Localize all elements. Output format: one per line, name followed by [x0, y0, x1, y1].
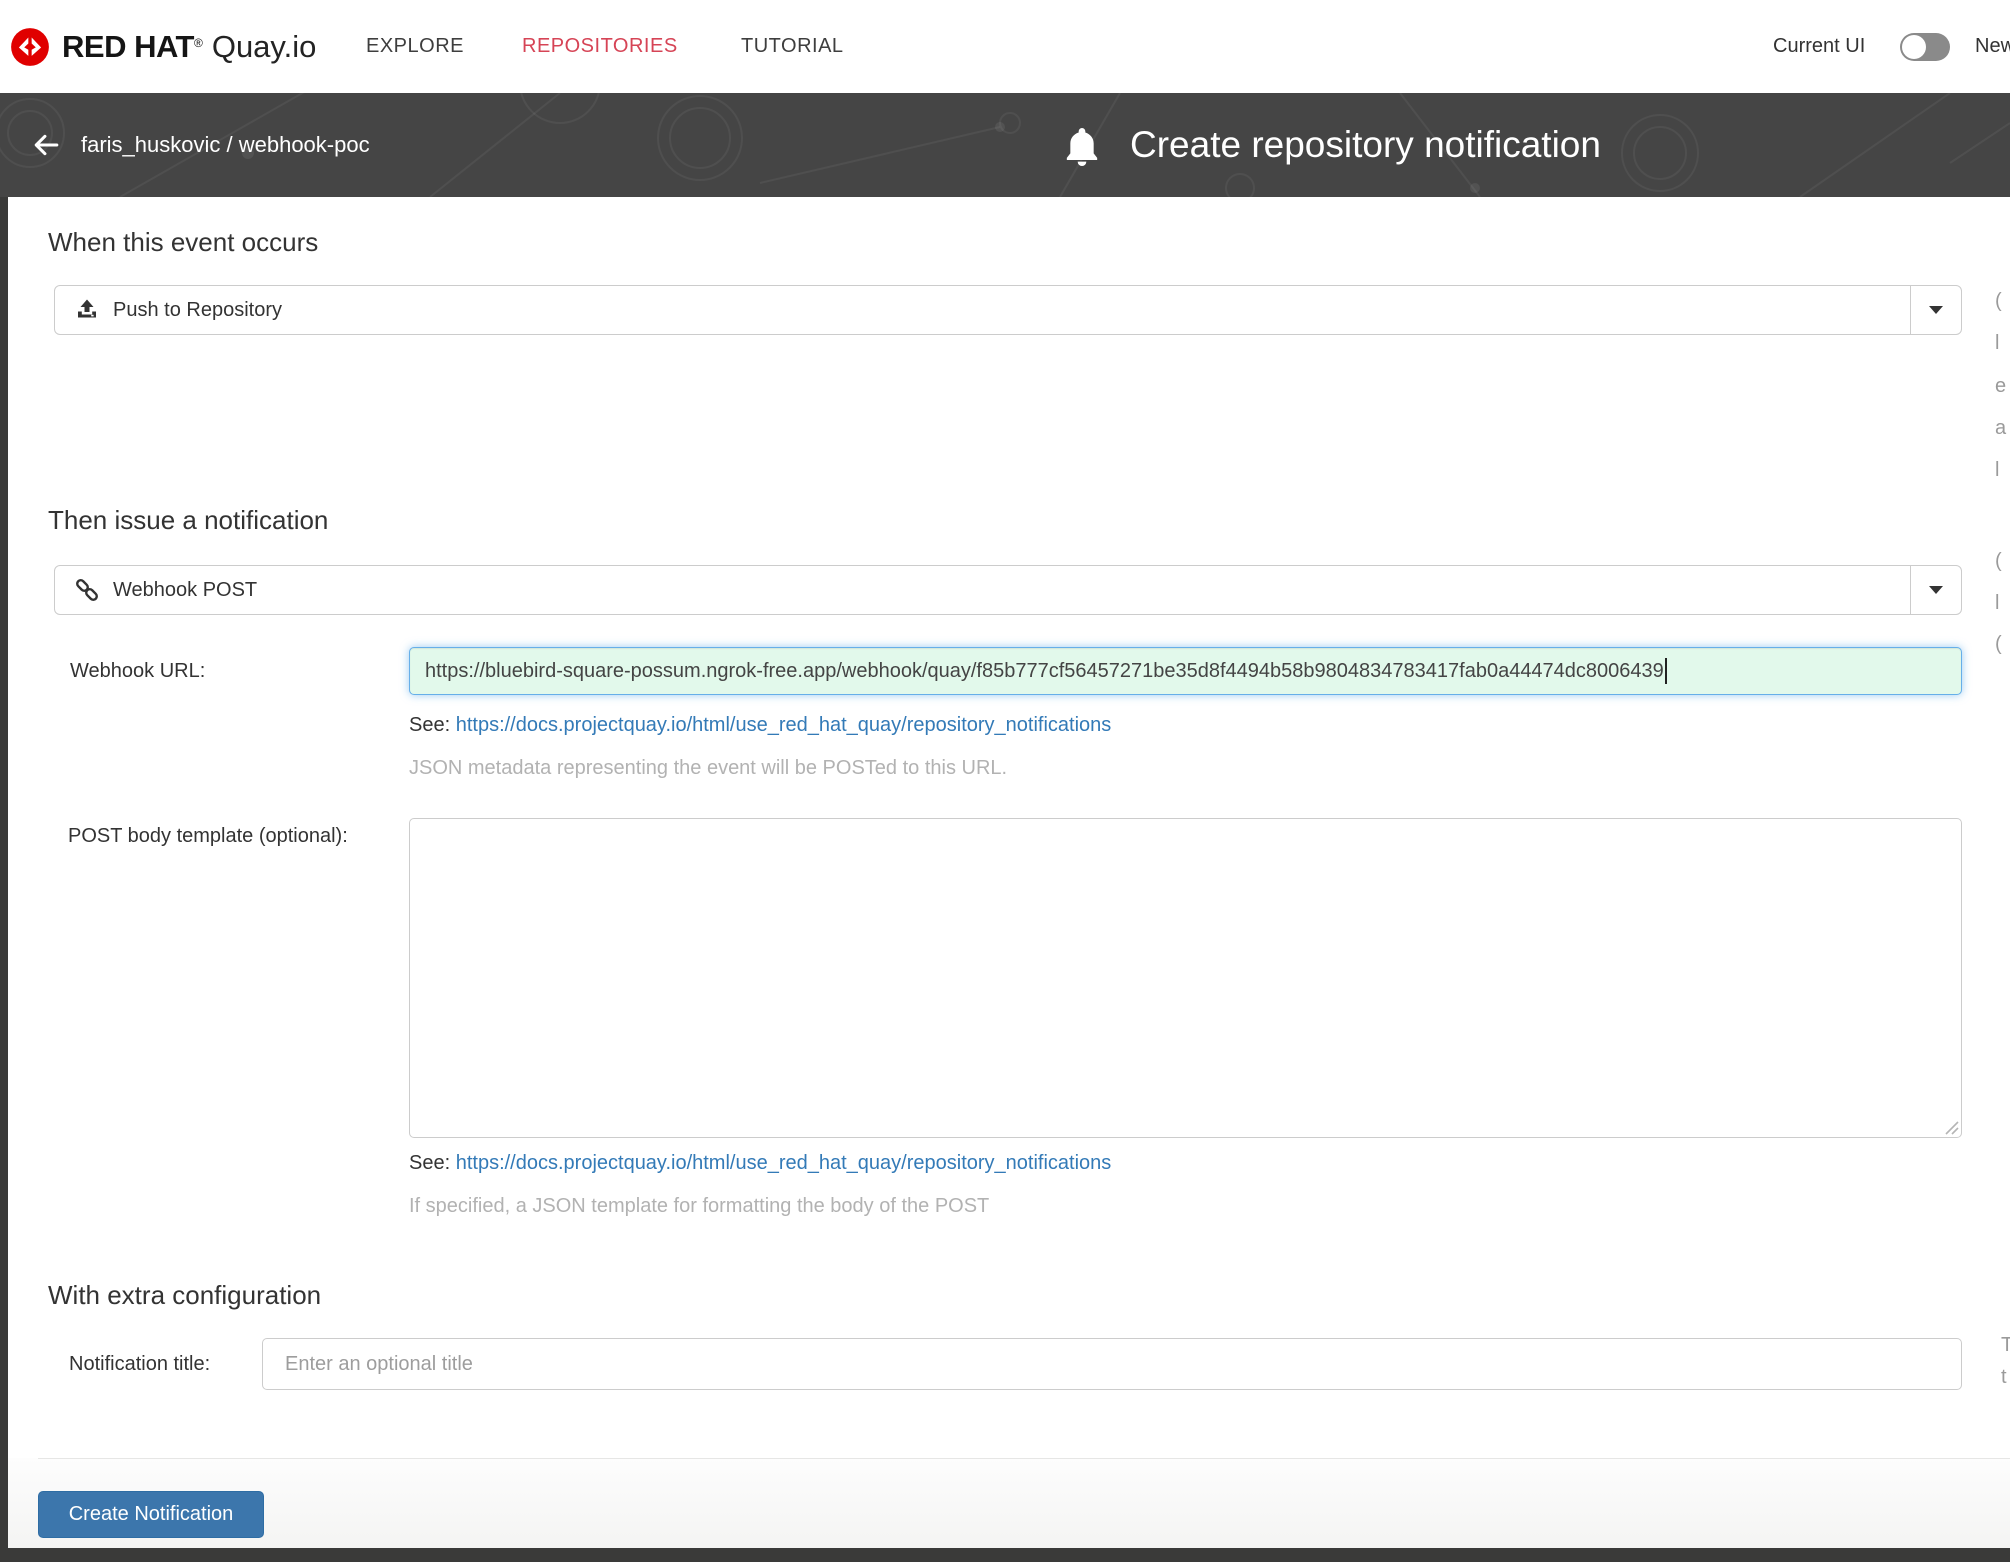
- form-footer: Create Notification: [8, 1458, 2010, 1548]
- textarea-resize-handle[interactable]: [1942, 1118, 1959, 1135]
- page-title: Create repository notification: [1130, 124, 1601, 166]
- cutoff-text-fragment: (: [1995, 290, 2002, 313]
- nav-link-explore[interactable]: EXPLORE: [366, 0, 464, 93]
- brand-redhat-text: RED HAT: [62, 29, 194, 65]
- cutoff-text-fragment: l: [1995, 332, 1999, 355]
- upload-icon: [75, 298, 99, 322]
- registered-mark: ®: [194, 36, 203, 50]
- ui-version-toggle[interactable]: [1900, 33, 1950, 61]
- see-prefix: See:: [409, 1152, 456, 1174]
- current-ui-label: Current UI: [1773, 0, 1865, 93]
- chevron-down-icon: [1929, 306, 1943, 314]
- post-body-docs-link[interactable]: https://docs.projectquay.io/html/use_red…: [456, 1152, 1112, 1174]
- cutoff-text-fragment: a: [1995, 417, 2006, 440]
- footer-divider: [38, 1458, 2010, 1459]
- webhook-help-text: JSON metadata representing the event wil…: [409, 757, 1007, 780]
- post-body-help-text: If specified, a JSON template for format…: [409, 1195, 989, 1218]
- top-navigation-bar: RED HAT® Quay.io EXPLORE REPOSITORIES TU…: [0, 0, 2010, 93]
- notification-title-label: Notification title:: [69, 1338, 210, 1390]
- cutoff-text-fragment: l: [1995, 592, 1999, 615]
- breadcrumb-repo-path[interactable]: faris_huskovic / webhook-poc: [81, 132, 370, 158]
- breadcrumb: faris_huskovic / webhook-poc: [33, 93, 370, 197]
- cutoff-text-fragment: e: [1995, 375, 2006, 398]
- notification-method-select[interactable]: Webhook POST: [54, 565, 1962, 615]
- see-prefix: See:: [409, 714, 456, 736]
- cutoff-text-fragment: l: [1995, 459, 1999, 482]
- event-select[interactable]: Push to Repository: [54, 285, 1962, 335]
- webhook-url-label: Webhook URL:: [70, 647, 205, 695]
- event-selected-value: Push to Repository: [113, 299, 282, 322]
- cutoff-text-fragment: T: [2001, 1334, 2010, 1357]
- text-cursor: [1665, 658, 1667, 684]
- chevron-down-icon: [1929, 586, 1943, 594]
- notification-section-heading: Then issue a notification: [48, 505, 328, 536]
- post-body-see-line: See: https://docs.projectquay.io/html/us…: [409, 1152, 1111, 1175]
- red-hat-logo-icon: [10, 27, 50, 67]
- cutoff-text-fragment: (: [1995, 633, 2002, 656]
- back-arrow-icon[interactable]: [33, 132, 59, 158]
- new-ui-label: New: [1975, 0, 2010, 93]
- cutoff-text-fragment: t: [2001, 1366, 2007, 1389]
- create-notification-button[interactable]: Create Notification: [38, 1491, 264, 1538]
- post-body-template-textarea[interactable]: [409, 818, 1962, 1138]
- page-header: faris_huskovic / webhook-poc Create repo…: [0, 93, 2010, 197]
- link-icon: [75, 578, 99, 602]
- quay-create-notification-page: RED HAT® Quay.io EXPLORE REPOSITORIES TU…: [0, 0, 2010, 1562]
- extra-config-heading: With extra configuration: [48, 1280, 321, 1311]
- notification-title-input[interactable]: [262, 1338, 1962, 1390]
- toggle-knob: [1902, 35, 1926, 59]
- cutoff-text-fragment: (: [1995, 550, 2002, 573]
- webhook-url-input[interactable]: https://bluebird-square-possum.ngrok-fre…: [409, 647, 1962, 695]
- quay-brand[interactable]: RED HAT® Quay.io: [10, 0, 316, 93]
- webhook-docs-link[interactable]: https://docs.projectquay.io/html/use_red…: [456, 714, 1112, 736]
- nav-link-repositories[interactable]: REPOSITORIES: [522, 0, 678, 93]
- event-section-heading: When this event occurs: [48, 227, 318, 258]
- notification-form-panel: When this event occurs Push to Repositor…: [8, 197, 2010, 1548]
- notification-select-caret-button[interactable]: [1910, 566, 1961, 614]
- webhook-see-line: See: https://docs.projectquay.io/html/us…: [409, 714, 1111, 737]
- event-select-caret-button[interactable]: [1910, 286, 1961, 334]
- post-body-label: POST body template (optional):: [68, 825, 348, 848]
- notification-method-selected-value: Webhook POST: [113, 579, 257, 602]
- page-title-group: Create repository notification: [1062, 93, 1601, 197]
- brand-product-text: Quay.io: [212, 29, 317, 65]
- bell-icon: [1062, 124, 1102, 166]
- webhook-url-value: https://bluebird-square-possum.ngrok-fre…: [425, 660, 1664, 683]
- nav-link-tutorial[interactable]: TUTORIAL: [741, 0, 844, 93]
